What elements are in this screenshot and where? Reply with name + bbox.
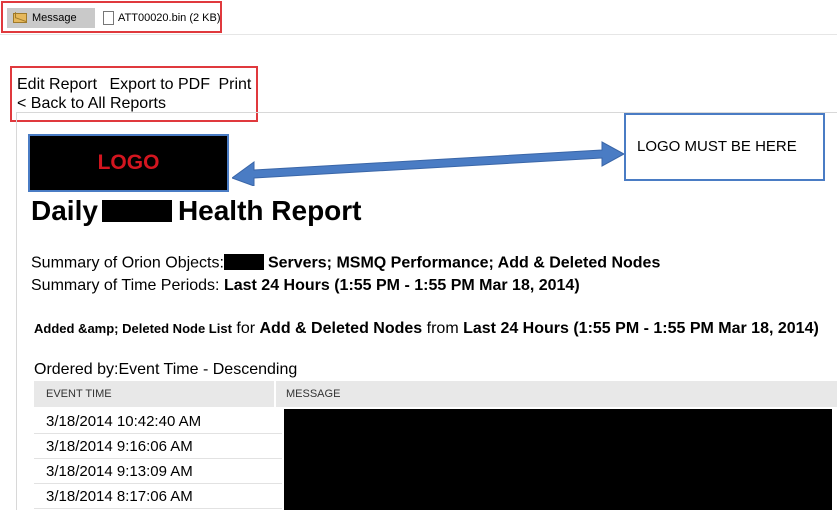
- message-tab[interactable]: Message: [7, 8, 95, 28]
- section-object: Add & Deleted Nodes: [259, 320, 423, 337]
- export-pdf-link[interactable]: Export to PDF: [110, 76, 210, 93]
- table-row: 3/18/2014 10:42:40 AM: [34, 409, 282, 434]
- summary-objects: Summary of Orion Objects: Servers; MSMQ P…: [31, 254, 660, 273]
- table-header: EVENT TIME MESSAGE: [34, 381, 837, 407]
- column-separator: [274, 381, 276, 407]
- summary-time-label: Summary of Time Periods:: [31, 277, 220, 294]
- redaction-block: [284, 409, 832, 510]
- table-row: 3/18/2014 9:13:09 AM: [34, 459, 282, 484]
- logo-placeholder: LOGO: [28, 134, 229, 192]
- logo-callout-text: LOGO MUST BE HERE: [637, 138, 797, 155]
- attachment-file-label: ATT00020.bin (2 KB): [118, 12, 221, 24]
- section-name: Added &amp; Deleted Node List: [34, 321, 232, 336]
- section-from: from: [426, 320, 459, 337]
- redaction-block: [101, 199, 172, 222]
- section-heading: Added &amp; Deleted Node List for Add & …: [34, 320, 819, 338]
- double-arrow-icon: [232, 141, 626, 186]
- column-event-time[interactable]: EVENT TIME: [46, 381, 112, 407]
- section-period: Last 24 Hours (1:55 PM - 1:55 PM Mar 18,…: [463, 320, 819, 337]
- report-actions: Edit Report Export to PDF Print: [17, 76, 259, 94]
- summary-objects-label: Summary of Orion Objects:: [31, 254, 224, 272]
- ordered-by: Ordered by:Event Time - Descending: [34, 361, 298, 378]
- logo-callout-box: LOGO MUST BE HERE: [624, 113, 825, 181]
- edit-report-link[interactable]: Edit Report: [17, 76, 97, 93]
- column-message[interactable]: MESSAGE: [286, 381, 340, 407]
- summary-objects-value: Servers; MSMQ Performance; Add & Deleted…: [267, 254, 661, 272]
- message-tab-label: Message: [32, 12, 77, 24]
- summary-time-value: Last 24 Hours (1:55 PM - 1:55 PM Mar 18,…: [223, 277, 580, 294]
- envelope-icon: [13, 13, 27, 23]
- actions-highlight: [10, 66, 258, 122]
- report-title: Daily Health Report: [31, 195, 362, 227]
- attachment-file[interactable]: ATT00020.bin (2 KB): [103, 8, 221, 28]
- summary-time: Summary of Time Periods: Last 24 Hours (…: [31, 277, 580, 295]
- logo-text: LOGO: [97, 151, 160, 174]
- file-icon: [103, 11, 114, 25]
- back-to-reports-link[interactable]: < Back to All Reports: [17, 95, 166, 113]
- redaction-block: [223, 254, 264, 270]
- table-row: 3/18/2014 8:17:06 AM: [34, 484, 282, 509]
- divider: [0, 34, 837, 35]
- print-link[interactable]: Print: [218, 76, 251, 93]
- table-row: 3/18/2014 9:16:06 AM: [34, 434, 282, 459]
- report-title-suffix: Health Report: [177, 195, 362, 226]
- content-frame-left: [16, 112, 17, 510]
- section-for: for: [236, 320, 256, 337]
- report-title-prefix: Daily: [31, 195, 98, 226]
